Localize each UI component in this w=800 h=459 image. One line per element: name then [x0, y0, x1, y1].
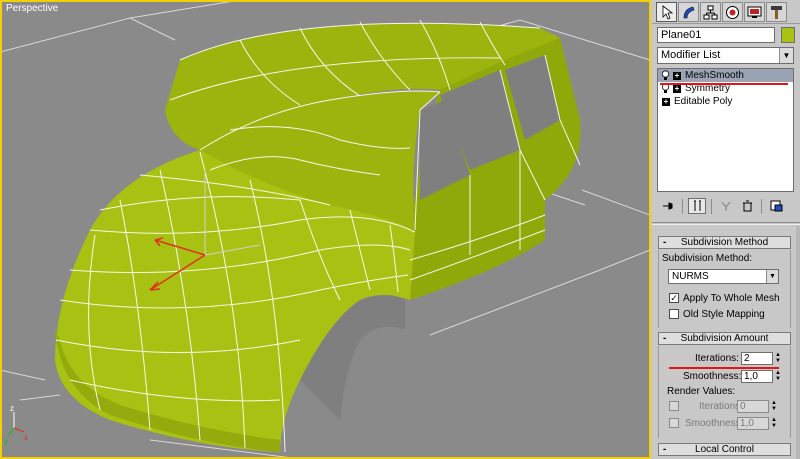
render-iterations-value[interactable]: 0: [737, 400, 769, 413]
collapse-minus-icon: -: [663, 237, 667, 248]
make-unique-button[interactable]: [717, 198, 735, 214]
toolbar-separator: [761, 198, 762, 214]
perspective-viewport[interactable]: z x y Perspective: [0, 0, 651, 459]
stack-item-label: Editable Poly: [674, 96, 733, 107]
svg-text:x: x: [24, 433, 28, 442]
subdivision-method-dropdown[interactable]: NURMS ▼: [668, 269, 779, 284]
tab-create[interactable]: [656, 2, 677, 22]
toolbar-separator: [682, 198, 683, 214]
show-end-result-button[interactable]: [688, 198, 706, 214]
smoothness-value[interactable]: 1,0: [741, 370, 773, 383]
panel-scrollbar[interactable]: [796, 226, 800, 459]
old-style-mapping-checkbox[interactable]: [669, 309, 679, 319]
trash-icon: [742, 200, 752, 212]
object-name-field[interactable]: Plane01: [657, 27, 775, 43]
render-smoothness-label: Smoothness:: [685, 418, 744, 429]
render-smoothness-checkbox[interactable]: [669, 418, 679, 428]
spinner-arrows-icon[interactable]: ▲ ▼: [770, 417, 778, 430]
rollout-title: Local Control: [695, 444, 754, 455]
iterations-label: Iterations:: [695, 353, 739, 364]
smoothness-label: Smoothness:: [683, 371, 742, 382]
smoothness-spinner[interactable]: 1,0 ▲ ▼: [741, 370, 781, 383]
command-panel-tabs: [652, 0, 800, 24]
utilities-hammer-icon: [771, 5, 782, 19]
stack-toolbar: [657, 196, 794, 216]
stack-item-meshsmooth[interactable]: + MeshSmooth: [658, 69, 793, 82]
rollout-title: Subdivision Method: [680, 237, 769, 248]
configure-icon: [770, 200, 782, 212]
object-color-swatch[interactable]: [781, 27, 795, 43]
spinner-arrows-icon[interactable]: ▲ ▼: [770, 400, 778, 413]
modifier-stack[interactable]: + MeshSmooth + Symmetry + Editable Poly: [657, 68, 794, 192]
car-mesh[interactable]: [55, 19, 581, 453]
rollout-subdivision-amount[interactable]: - Subdivision Amount: [658, 332, 791, 345]
collapse-minus-icon: -: [663, 444, 667, 455]
render-smoothness-value[interactable]: 1,0: [737, 417, 769, 430]
chevron-down-icon: ▼: [779, 48, 793, 63]
configure-modifier-sets-button[interactable]: [767, 198, 785, 214]
apply-whole-mesh-label: Apply To Whole Mesh: [683, 293, 780, 304]
modify-bend-icon: [683, 6, 695, 18]
render-iterations-checkbox[interactable]: [669, 401, 679, 411]
spinner-arrows-icon[interactable]: ▲ ▼: [774, 352, 782, 365]
chevron-down-icon: ▼: [766, 270, 778, 283]
highlight-underline: [669, 367, 779, 369]
rollout-subdivision-method[interactable]: - Subdivision Method: [658, 236, 791, 249]
pin-icon: [662, 202, 672, 210]
iterations-spinner[interactable]: 2 ▲ ▼: [741, 352, 781, 365]
tab-display[interactable]: [744, 2, 765, 22]
svg-text:z: z: [10, 404, 14, 413]
render-smoothness-spinner[interactable]: 1,0 ▲ ▼: [737, 417, 777, 430]
rollout-body-subdivision-amount: Iterations: 2 ▲ ▼ Smoothness: 1,0 ▲ ▼ Rend…: [658, 346, 791, 438]
hierarchy-icon: [703, 5, 718, 19]
rollout-title: Subdivision Amount: [680, 333, 769, 344]
toolbar-separator: [711, 198, 712, 214]
iterations-value[interactable]: 2: [741, 352, 773, 365]
expand-plus-icon[interactable]: +: [662, 97, 670, 106]
panel-divider: [652, 222, 800, 225]
remove-modifier-button[interactable]: [738, 198, 756, 214]
create-cursor-icon: [662, 4, 674, 20]
lightbulb-icon[interactable]: [661, 70, 670, 81]
render-iterations-spinner[interactable]: 0 ▲ ▼: [737, 400, 777, 413]
collapse-minus-icon: -: [663, 333, 667, 344]
stack-item-label: MeshSmooth: [685, 70, 744, 81]
viewport-scene[interactable]: z x y: [0, 0, 651, 459]
tab-modify[interactable]: [678, 2, 699, 22]
tab-motion[interactable]: [722, 2, 743, 22]
render-values-label: Render Values:: [667, 386, 736, 397]
motion-icon: [726, 5, 739, 19]
viewport-label[interactable]: Perspective: [6, 3, 58, 14]
modifier-list-label: Modifier List: [661, 49, 721, 61]
expand-plus-icon[interactable]: +: [673, 84, 681, 93]
rollout-body-subdivision-method: Subdivision Method: NURMS ▼ ✓ Apply To W…: [658, 250, 791, 328]
subdivision-method-label: Subdivision Method:: [662, 253, 753, 264]
display-monitor-icon: [747, 6, 762, 18]
modifier-list-dropdown[interactable]: Modifier List ▼: [657, 47, 794, 64]
tab-utilities[interactable]: [766, 2, 787, 22]
rollout-local-control[interactable]: - Local Control: [658, 443, 791, 456]
svg-text:y: y: [4, 437, 8, 446]
old-style-mapping-label: Old Style Mapping: [683, 309, 765, 320]
show-end-result-icon: [693, 200, 701, 211]
command-panel: Plane01 Modifier List ▼ + MeshSmooth + S…: [652, 0, 800, 459]
pin-stack-button[interactable]: [659, 198, 677, 214]
highlight-underline: [660, 83, 788, 85]
apply-whole-mesh-checkbox[interactable]: ✓: [669, 293, 679, 303]
spinner-arrows-icon[interactable]: ▲ ▼: [774, 370, 782, 383]
make-unique-icon: [721, 201, 730, 211]
subdivision-method-value: NURMS: [672, 271, 709, 282]
expand-plus-icon[interactable]: +: [673, 71, 681, 80]
stack-item-editable-poly[interactable]: + Editable Poly: [658, 95, 793, 108]
axis-tripod-icon: z x y: [4, 404, 28, 446]
tab-hierarchy[interactable]: [700, 2, 721, 22]
